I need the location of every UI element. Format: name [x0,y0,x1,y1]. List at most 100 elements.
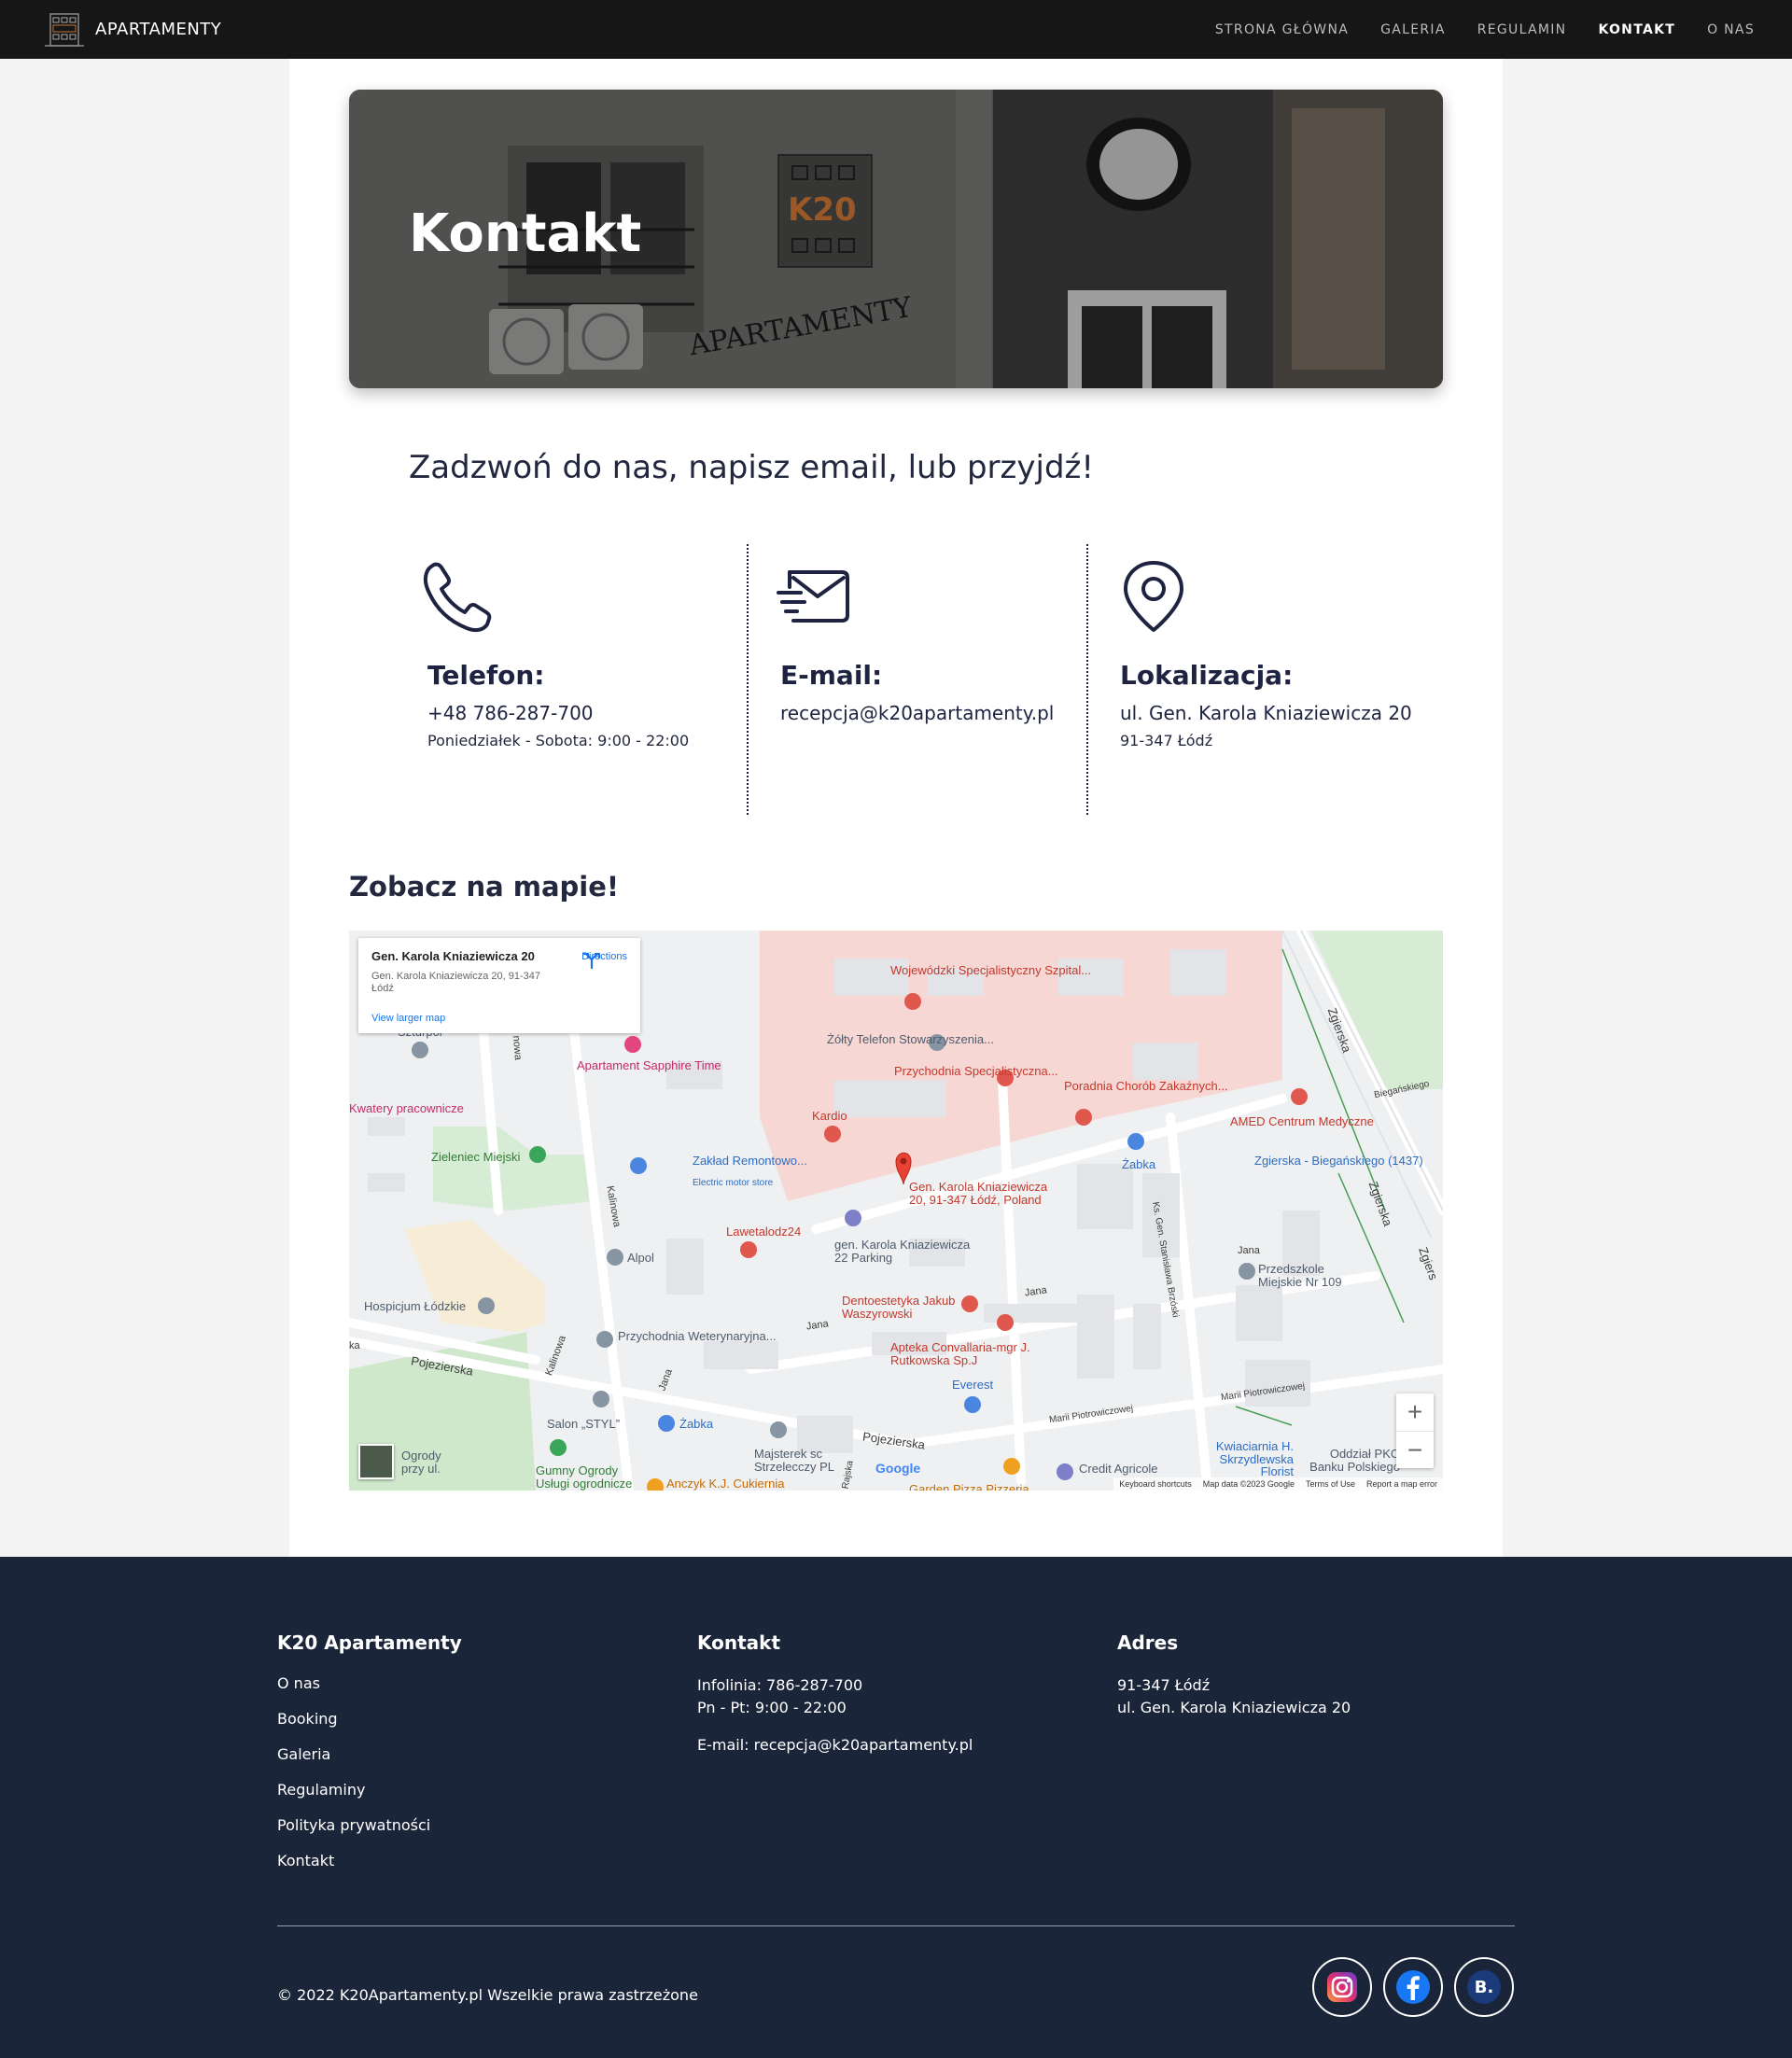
map-label-electric: Electric motor store [693,1178,774,1188]
map-label-apteka: Apteka Convallaria-mgr J. Rutkowska Sp.J [890,1340,1030,1367]
map-zoom-out-button[interactable]: − [1396,1431,1434,1468]
footer-link-gallery[interactable]: Galeria [277,1745,462,1763]
facebook-button[interactable] [1383,1957,1443,2017]
map-terms-link[interactable]: Terms of Use [1306,1479,1355,1489]
google-logo-text: Google [875,1461,921,1476]
map-label-poradnia: Poradnia Chorób Zakaźnych... [1064,1079,1228,1093]
map-label-gumny: Gumny Ogrody Usługi ogrodnicze [536,1463,633,1491]
footer-email[interactable]: E-mail: recepcja@k20apartamenty.pl [697,1734,973,1757]
map-label-przedszkole: Przedszkole Miejskie Nr 109 [1258,1262,1342,1289]
instagram-icon [1327,1972,1357,2002]
contact-info-row: Telefon: +48 786-287-700 Poniedziałek - … [409,544,1426,815]
map-label-hospicjum: Hospicjum Łódzkie [364,1299,467,1313]
footer-link-privacy[interactable]: Polityka prywatności [277,1816,462,1834]
map-label-kwatery: Kwatery pracownicze [349,1101,464,1115]
map-label-parking: gen. Karola Kniaziewicza 22 Parking [834,1238,971,1265]
footer-link-booking[interactable]: Booking [277,1710,462,1728]
location-street: ul. Gen. Karola Kniaziewicza 20 [1120,702,1412,724]
map-directions-button[interactable]: Directions [581,951,627,970]
main-nav: STRONA GŁÓWNA GALERIA REGULAMIN KONTAKT … [1215,22,1755,37]
footer-address-title: Adres [1117,1631,1179,1654]
nav-regulations[interactable]: REGULAMIN [1477,22,1567,37]
map-label-ogrody: Ogrody przy ul. Zgierskiej [401,1449,452,1476]
building-logo-icon [45,12,84,47]
map-data-attribution: Map data ©2023 Google [1202,1479,1295,1489]
nav-about[interactable]: O NAS [1707,22,1755,37]
map-label-zaklad: Zakład Remontowo... [693,1154,807,1168]
map-label-zgierska-stop: Zgierska - Biegańskiego (1437) [1254,1154,1423,1168]
google-logo: Google [875,1461,920,1476]
map-label-pizza: Garden Pizza Pizzeria [909,1482,1029,1491]
footer-city: 91-347 Łódź [1117,1676,1211,1694]
booking-letter: B. [1475,1978,1494,1997]
map-label-pko: Oddział PKO Banku Polskiego [1309,1447,1400,1474]
map-zoom-in-button[interactable]: + [1396,1393,1434,1431]
page-title: Kontakt [409,203,642,264]
map-label-sapphire: Apartament Sapphire Time [577,1058,721,1072]
nav-contact[interactable]: KONTAKT [1598,22,1675,37]
map-label-zabka2: Żabka [679,1417,714,1431]
brand[interactable]: APARTAMENTY [45,10,221,49]
brand-name: APARTAMENTY [95,20,222,39]
map-label-weteryna: Przychodnia Weterynaryjna... [618,1329,777,1343]
footer-col-address: Adres 91-347 Łódź ul. Gen. Karola Kniazi… [1117,1631,1351,1719]
map-label-majsterek: Majsterek sc Strzelecczy PL [754,1447,834,1474]
main-content: K20 APARTAMENTY Kontakt Zadzwoń do nas, … [289,59,1503,1557]
map-label-amed: AMED Centrum Medyczne [1230,1114,1374,1128]
map-label-anczyk: Anczyk K.J. Cukiernia [666,1477,785,1491]
booking-icon: B. [1467,1970,1501,2004]
map-pin-icon [1124,561,1183,632]
social-links: B. [1312,1957,1514,2017]
facebook-icon [1396,1970,1430,2004]
footer-divider [277,1925,1515,1926]
map-keyboard-shortcuts[interactable]: Keyboard shortcuts [1119,1479,1192,1489]
map-report-link[interactable]: Report a map error [1366,1479,1437,1489]
booking-button[interactable]: B. [1454,1957,1514,2017]
footer-contact-title: Kontakt [697,1631,781,1654]
contact-lead: Zadzwoń do nas, napisz email, lub przyjd… [409,449,1095,486]
phone-label: Telefon: [427,660,545,691]
map-label-kardio: Kardio [812,1109,847,1123]
instagram-button[interactable] [1312,1957,1372,2017]
email-address[interactable]: recepcja@k20apartamenty.pl [780,702,1073,724]
hero-banner: K20 APARTAMENTY Kontakt [349,90,1443,388]
map-road-jana-3: Jana [1238,1245,1260,1256]
top-navbar: APARTAMENTY STRONA GŁÓWNA GALERIA REGULA… [0,0,1792,59]
footer-col-company: K20 Apartamenty O nas Booking Galeria Re… [277,1631,462,1887]
location-city: 91-347 Łódź [1120,732,1213,749]
footer-link-regulations[interactable]: Regulaminy [277,1781,462,1799]
map-label-dento: Dentoestetyka Jakub Waszyrowski [842,1294,956,1321]
map-satellite-toggle[interactable] [358,1444,394,1479]
footer-company-title: K20 Apartamenty [277,1631,462,1654]
map-zoom-controls: + − [1396,1393,1434,1468]
map-footer: Keyboard shortcuts Map data ©2023 Google… [1113,1477,1443,1491]
nav-home[interactable]: STRONA GŁÓWNA [1215,22,1349,37]
footer-hours: Pn - Pt: 9:00 - 22:00 [697,1699,847,1716]
map-label-pin: Gen. Karola Kniaziewicza 20, 91-347 Łódź… [909,1180,1048,1207]
google-map[interactable]: Wojewódzki Specjalistyczny Szpital... Żó… [349,931,1443,1491]
contact-phone: Telefon: +48 786-287-700 Poniedziałek - … [409,544,747,815]
map-label-zabka1: Żabka [1122,1157,1156,1171]
map-larger-link[interactable]: View larger map [371,1013,445,1024]
email-label: E-mail: [780,660,883,691]
footer-copyright: © 2022 K20Apartamenty.pl Wszelkie prawa … [277,1986,698,2004]
location-label: Lokalizacja: [1120,660,1294,691]
footer-link-contact[interactable]: Kontakt [277,1852,462,1869]
phone-icon [423,562,492,633]
map-label-zieleniec: Zieleniec Miejski [431,1150,521,1164]
map-label-hospital: Wojewódzki Specjalistyczny Szpital... [890,963,1092,977]
map-label-kwiaciarnia: Kwiaciarnia H. Skrzydlewska Florist [1215,1439,1294,1479]
contact-email: E-mail: recepcja@k20apartamenty.pl [747,544,1086,815]
nav-gallery[interactable]: GALERIA [1380,22,1446,37]
map-label-alpol: Alpol [627,1251,654,1265]
map-label-przychodnia: Przychodnia Specjalistyczna... [894,1064,1058,1078]
map-place-card: Gen. Karola Kniaziewicza 20 Gen. Karola … [358,938,640,1033]
map-label-everest: Everest [952,1378,994,1392]
map-label-zolty: Żółty Telefon Stowarzyszenia... [827,1032,994,1046]
site-footer: K20 Apartamenty O nas Booking Galeria Re… [0,1557,1792,2058]
footer-link-about[interactable]: O nas [277,1674,462,1692]
map-road-nowa: nowa [510,1035,525,1061]
phone-number[interactable]: +48 786-287-700 [427,702,734,724]
envelope-icon [777,570,849,623]
footer-col-contact: Kontakt Infolinia: 786-287-700 Pn - Pt: … [697,1631,973,1757]
